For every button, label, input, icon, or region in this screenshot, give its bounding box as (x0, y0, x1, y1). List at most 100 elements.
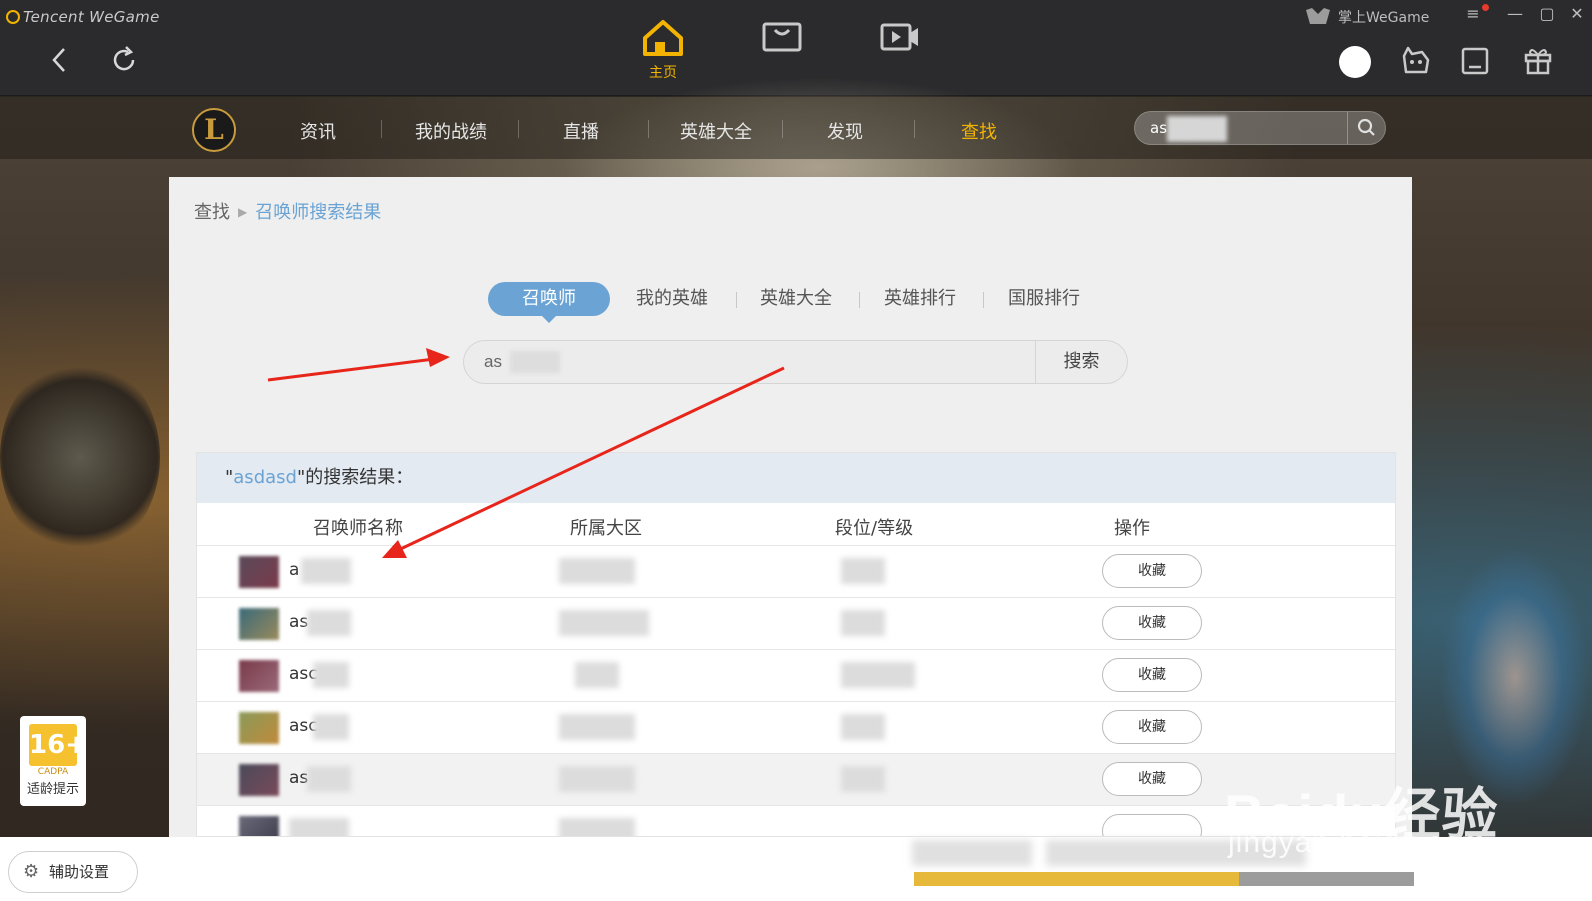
favorite-button[interactable]: 收藏 (1102, 554, 1202, 588)
redacted-server (559, 558, 635, 584)
mascot-icon (1402, 46, 1430, 74)
redacted-text (912, 840, 1032, 866)
col-summoner-name: 召唤师名称 (313, 518, 403, 539)
summoner-avatar (239, 764, 279, 796)
watermark-url: jingyan.baidu.com (1228, 826, 1487, 859)
summoner-name[interactable]: as (289, 768, 308, 788)
col-rank-level: 段位/等级 (835, 518, 914, 539)
age-rating-tip: 适龄提示 (26, 782, 79, 797)
tab-hero-rank[interactable]: 英雄排行 (884, 282, 956, 316)
tab-summoner[interactable]: 召唤师 (488, 282, 610, 323)
summoner-name[interactable]: a (289, 560, 299, 580)
tab-store[interactable] (752, 16, 812, 82)
breadcrumb-root[interactable]: 查找 (194, 202, 230, 223)
minimize-button[interactable]: — (1504, 4, 1526, 23)
results-heading: "asdasd"的搜索结果： (197, 453, 1395, 503)
home-icon (643, 20, 683, 56)
download-progress-bar (914, 872, 1414, 886)
table-row: a 收藏 (197, 546, 1395, 598)
bookmark-icon (1461, 47, 1489, 75)
back-button[interactable] (44, 44, 76, 76)
lol-nav-live[interactable]: 直播 (563, 118, 599, 144)
lol-nav-my-record[interactable]: 我的战绩 (415, 118, 487, 144)
summoner-name[interactable]: as (289, 612, 308, 632)
favorite-button[interactable]: 收藏 (1102, 606, 1202, 640)
close-button[interactable]: ✕ (1566, 4, 1588, 23)
mobile-wegame-link[interactable]: 掌上WeGame (1304, 6, 1429, 28)
summoner-avatar (239, 816, 279, 836)
notification-dot (1482, 4, 1489, 11)
favorite-button[interactable]: 收藏 (1102, 710, 1202, 744)
favorite-button[interactable]: 收藏 (1102, 762, 1202, 796)
brand-text: Tencent WeGame (23, 8, 160, 26)
age-rating-badge[interactable]: 16+ CADPA 适龄提示 (20, 716, 87, 806)
age-rating-org: CADPA (37, 767, 69, 777)
redacted-rank (841, 610, 885, 636)
nav-divider (381, 120, 382, 138)
maximize-button[interactable]: ▢ (1536, 4, 1558, 23)
col-server: 所属大区 (570, 518, 642, 539)
summoner-avatar (239, 556, 279, 588)
lol-nav-search[interactable]: 查找 (961, 118, 997, 144)
avatar-button[interactable] (1339, 46, 1371, 78)
favorite-button[interactable] (1102, 814, 1202, 836)
menu-icon: ≡ (1466, 4, 1480, 23)
tab-my-heroes[interactable]: 我的英雄 (636, 282, 708, 316)
top-search-box[interactable]: as (1134, 111, 1386, 145)
col-action: 操作 (1114, 518, 1150, 539)
chevron-right-icon: ▶ (238, 205, 248, 219)
tab-divider (859, 292, 860, 308)
refresh-button[interactable] (108, 44, 140, 76)
table-row: as 收藏 (197, 598, 1395, 650)
user-avatar (1339, 46, 1371, 78)
gift-button[interactable] (1522, 44, 1554, 80)
tab-hero-list[interactable]: 英雄大全 (760, 282, 832, 316)
top-search-button[interactable] (1347, 112, 1385, 144)
search-icon (1357, 118, 1375, 136)
search-keyword: asdasd (233, 467, 297, 488)
redacted-server (575, 662, 619, 688)
close-icon: ✕ (1570, 4, 1584, 23)
redacted-text (510, 351, 560, 373)
redacted-text (313, 662, 349, 688)
nav-divider (518, 120, 519, 138)
redacted-server (559, 610, 649, 636)
tab-divider (736, 292, 737, 308)
tab-video[interactable] (870, 16, 930, 82)
friends-button[interactable] (1398, 44, 1432, 82)
summoner-avatar (239, 660, 279, 692)
summoner-search-bar: 搜索 (463, 340, 1128, 384)
redacted-rank (841, 714, 885, 740)
mobile-wegame-label: 掌上WeGame (1338, 10, 1430, 26)
gift-icon (1524, 49, 1552, 75)
redacted-server (559, 766, 635, 792)
lol-logo: L (192, 108, 236, 152)
search-button[interactable]: 搜索 (1035, 341, 1127, 383)
chevron-left-icon (52, 48, 65, 72)
library-button[interactable] (1460, 46, 1490, 80)
assist-settings-button[interactable]: ⚙ 辅助设置 (8, 851, 138, 893)
tab-server-rank[interactable]: 国服排行 (1008, 282, 1080, 316)
lol-nav-news[interactable]: 资讯 (300, 118, 336, 144)
breadcrumb: 查找 ▶ 召唤师搜索结果 (194, 198, 381, 224)
maximize-icon: ▢ (1539, 4, 1555, 23)
redacted-server (559, 714, 635, 740)
table-row: as 收藏 (197, 754, 1395, 806)
breadcrumb-current: 召唤师搜索结果 (255, 202, 382, 223)
lol-nav-discover[interactable]: 发现 (827, 118, 863, 144)
menu-button[interactable]: ≡ (1462, 4, 1484, 23)
download-progress-fill (914, 872, 1239, 886)
redacted-rank (841, 558, 885, 584)
minimize-icon: — (1507, 4, 1523, 23)
favorite-button[interactable]: 收藏 (1102, 658, 1202, 692)
assist-settings-label: 辅助设置 (49, 863, 110, 881)
summoner-avatar (239, 608, 279, 640)
video-icon (880, 23, 918, 51)
wegame-logo: Tencent WeGame (6, 8, 160, 26)
table-row: asc 收藏 (197, 702, 1395, 754)
lol-nav-heroes[interactable]: 英雄大全 (680, 118, 752, 144)
summoner-search-input[interactable] (484, 349, 1004, 375)
tab-home[interactable]: 主页 (633, 16, 693, 82)
table-row: asc 收藏 (197, 650, 1395, 702)
redacted-text (307, 766, 351, 792)
